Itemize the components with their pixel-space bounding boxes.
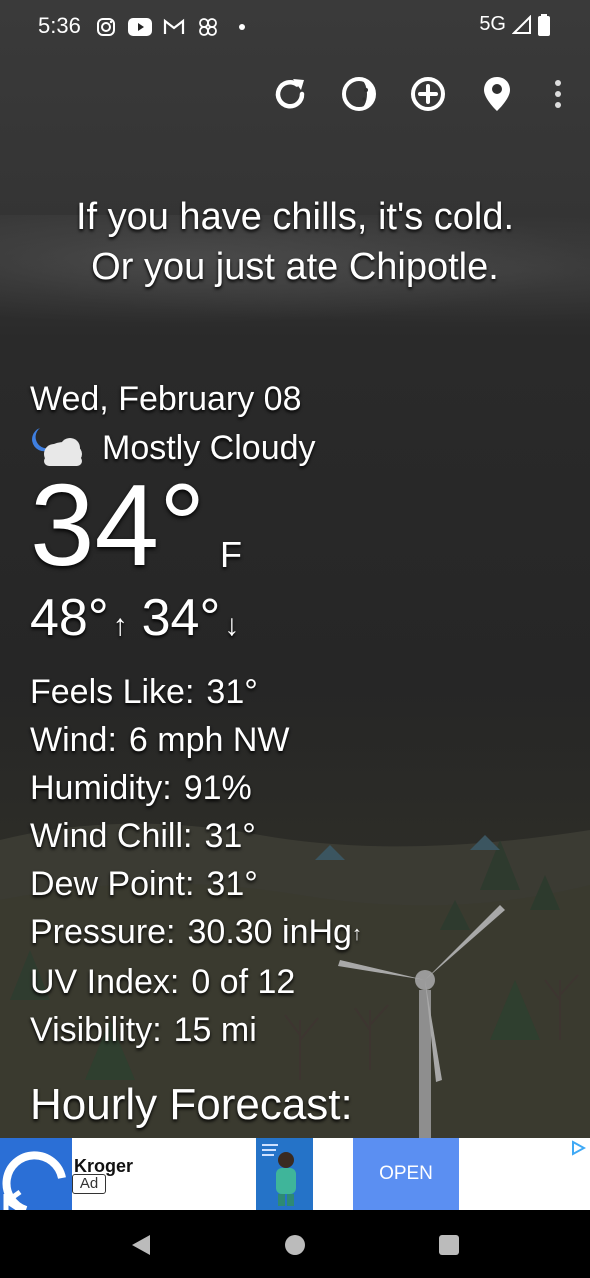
system-nav-bar xyxy=(0,1210,590,1278)
hourly-forecast-heading: Hourly Forecast: xyxy=(30,1080,353,1129)
detail-wind-chill: Wind Chill: 31° xyxy=(30,817,256,855)
moon-phase-icon xyxy=(342,77,376,111)
dot-icon xyxy=(230,15,254,39)
gmail-icon xyxy=(162,15,186,39)
moon-phase-button[interactable] xyxy=(339,74,379,114)
instagram-icon xyxy=(94,15,118,39)
high-low-row: 48° ↑ 34° ↓ xyxy=(30,586,570,658)
detail-humidity: Humidity: 91% xyxy=(30,769,252,807)
detail-pressure: Pressure: 30.30 inHg↑ xyxy=(30,913,362,951)
nav-recents-button[interactable] xyxy=(436,1232,462,1258)
pressure-trend-icon: ↑ xyxy=(351,923,362,946)
nav-home-button[interactable] xyxy=(282,1232,308,1258)
high-temperature: 48° xyxy=(30,589,109,647)
battery-icon xyxy=(538,13,550,36)
overflow-menu-button[interactable] xyxy=(538,74,578,114)
high-arrow-icon: ↑ xyxy=(112,609,128,642)
current-temperature: 34° xyxy=(30,460,206,590)
ad-badge: Ad xyxy=(72,1174,106,1194)
ad-banner[interactable]: Kroger Ad OPEN xyxy=(0,1138,590,1210)
network-type: 5G xyxy=(479,13,506,35)
back-icon xyxy=(132,1235,150,1255)
ad-image[interactable] xyxy=(256,1138,313,1210)
kroger-logo xyxy=(0,1138,72,1210)
recents-icon xyxy=(439,1235,459,1255)
detail-visibility: Visibility: 15 mi xyxy=(30,1011,257,1050)
temperature-unit: F xyxy=(220,534,242,575)
weather-details: Feels Like: 31° Wind: 6 mph NW Humidity: 91… xyxy=(30,668,570,1054)
signal-icon xyxy=(512,14,531,34)
weather-quote: If you have chills, it's cold. Or you ju… xyxy=(0,192,590,292)
nav-back-button[interactable] xyxy=(128,1232,154,1258)
youtube-icon xyxy=(128,15,152,39)
status-system-icons: 5G xyxy=(479,13,550,36)
detail-wind: Wind: 6 mph NW xyxy=(30,721,290,759)
detail-uv-index: UV Index: 0 of 12 xyxy=(30,963,296,1002)
low-temperature: 34° xyxy=(141,589,221,647)
low-arrow-icon: ↓ xyxy=(224,609,240,642)
quote-line-2: Or you just ate Chipotle. xyxy=(91,246,499,288)
location-button[interactable] xyxy=(477,74,517,114)
add-location-button[interactable] xyxy=(408,74,448,114)
status-bar: 5:36 5G xyxy=(0,0,590,54)
detail-dew-point: Dew Point: 31° xyxy=(30,865,258,903)
status-time: 5:36 xyxy=(38,13,81,38)
ad-open-button[interactable]: OPEN xyxy=(353,1138,459,1210)
pinwheel-icon xyxy=(196,15,220,39)
ad-choices-icon[interactable] xyxy=(570,1140,586,1156)
detail-feels-like: Feels Like: 31° xyxy=(30,673,258,711)
current-conditions: Wed, February 08 Mostly Cloudy 34° F 48°… xyxy=(30,378,570,1054)
location-pin-icon xyxy=(484,77,510,111)
status-notification-icons xyxy=(94,14,254,40)
refresh-icon xyxy=(275,79,305,109)
add-location-icon xyxy=(411,77,445,111)
current-date: Wed, February 08 xyxy=(30,380,302,418)
app-toolbar xyxy=(0,62,590,126)
home-icon xyxy=(285,1235,305,1255)
refresh-button[interactable] xyxy=(270,74,310,114)
quote-line-1: If you have chills, it's cold. xyxy=(75,196,515,238)
temperature-row: 34° F xyxy=(30,460,570,590)
more-vert-icon xyxy=(555,80,561,108)
